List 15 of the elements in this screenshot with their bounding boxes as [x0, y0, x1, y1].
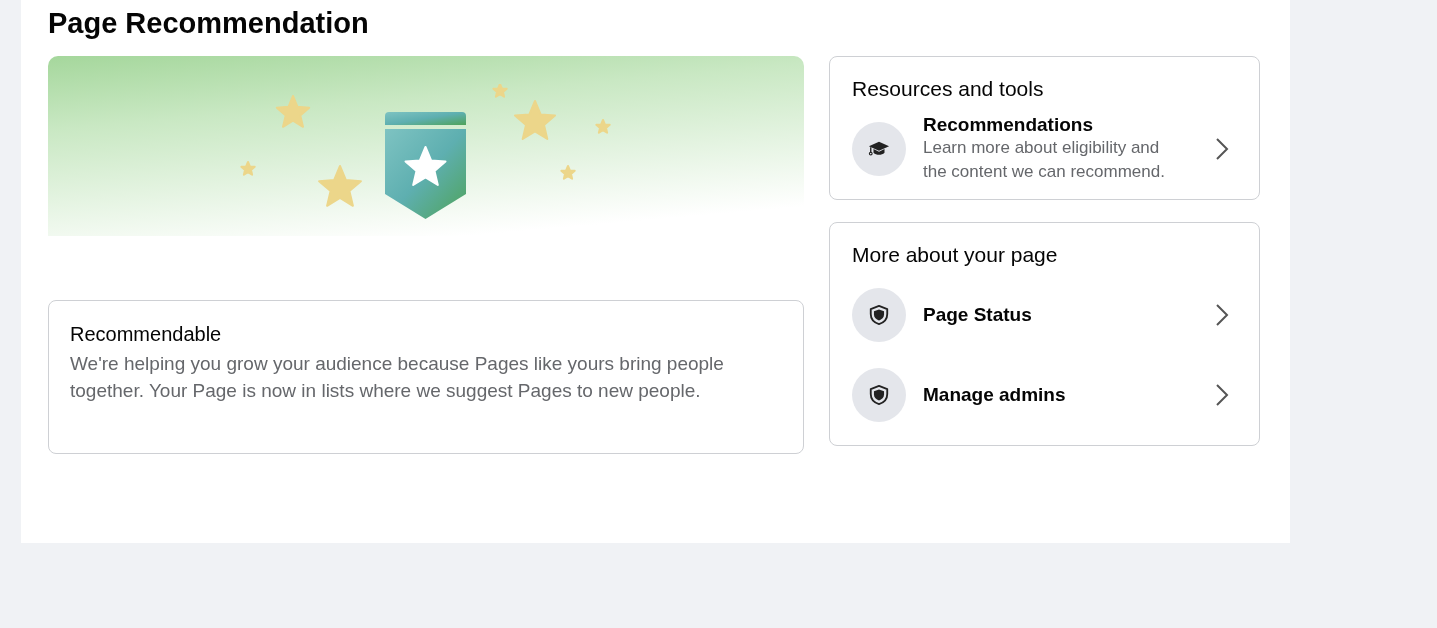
- item-label[interactable]: Page Status: [923, 304, 1215, 326]
- status-description: We're helping you grow your audience because Pages like yours bring people together. Your Page is now in lists where we suggest Pages to new people.: [70, 352, 725, 403]
- item-label[interactable]: Manage admins: [923, 384, 1215, 406]
- shield-icon: [852, 368, 906, 422]
- chevron-right-icon[interactable]: [1215, 383, 1229, 407]
- item-label[interactable]: Recommendations: [923, 114, 1215, 136]
- status-title: Recommendable: [70, 323, 223, 346]
- chevron-right-icon[interactable]: [1215, 303, 1229, 327]
- item-description: Learn more about eligibility and the content we can recommend.: [923, 137, 1166, 183]
- chevron-right-icon[interactable]: [1215, 137, 1229, 161]
- section-title: Resources and tools: [852, 77, 1045, 101]
- graduation-cap-icon: [852, 122, 906, 176]
- shield-icon: [852, 288, 906, 342]
- section-title: More about your page: [852, 243, 1059, 267]
- page-title: Page Recommendation: [48, 6, 370, 41]
